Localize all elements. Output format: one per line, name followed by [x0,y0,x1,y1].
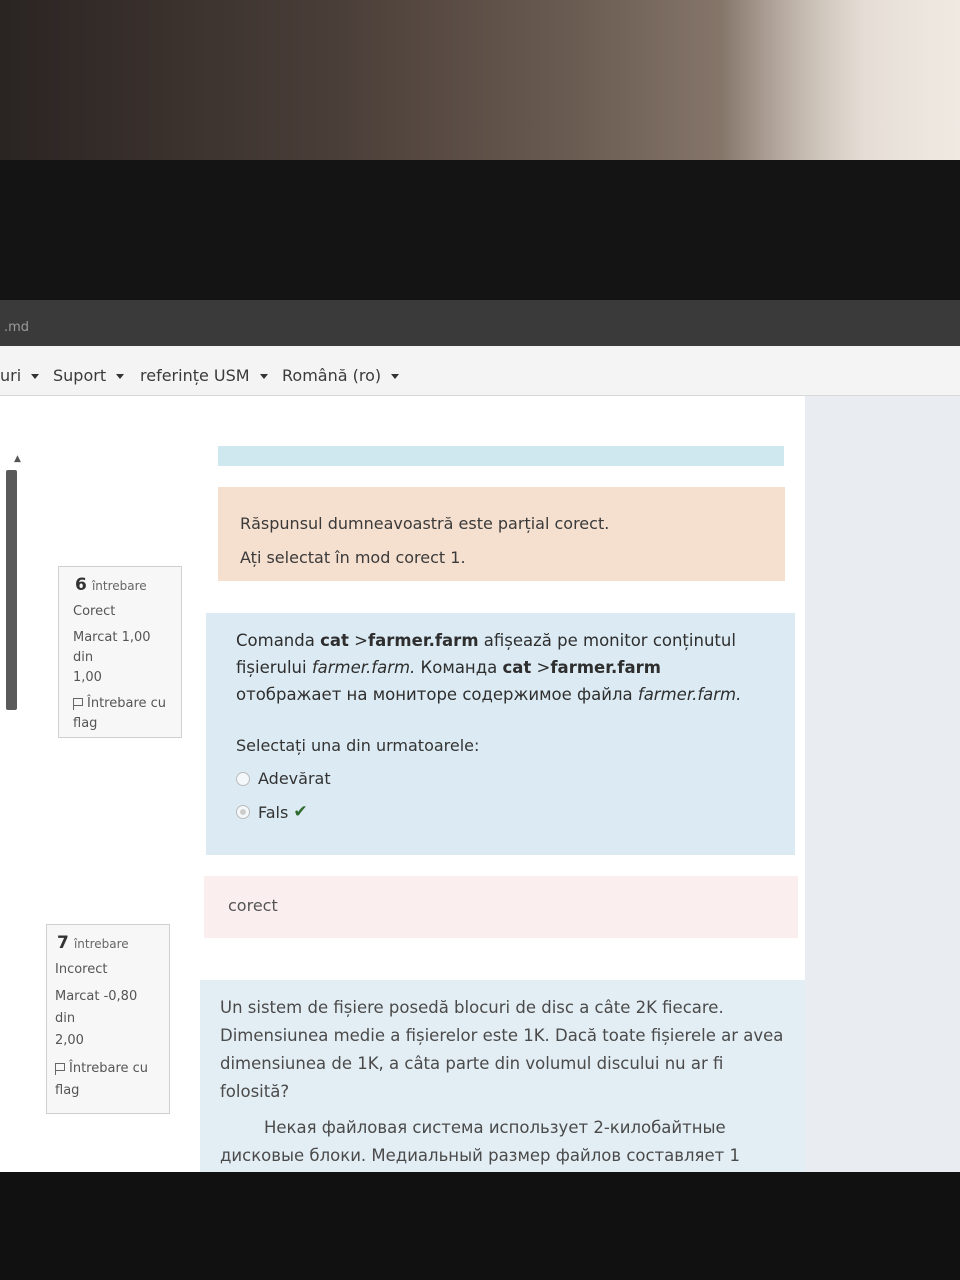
right-side-region [805,396,960,1172]
feedback-line-2: Ați selectat în mod corect 1. [240,548,466,567]
flag-label-1: Întrebare cu [69,1061,149,1076]
command-cat: cat [502,658,532,677]
nav-menu-referinte-label: referințe USM [140,366,250,385]
question-6-text: Comanda cat >farmer.farm afișează pe mon… [236,627,765,708]
partial-feedback-box: Răspunsul dumneavoastră este parțial cor… [218,487,785,581]
nav-menu-language[interactable]: Română (ro) [282,366,400,385]
flag-label-1: Întrebare cu [87,696,167,711]
nav-menu-suport-label: Suport [53,366,107,385]
question-7-content: Un sistem de fișiere posedă blocuri de d… [200,980,805,1172]
command-cat: cat [320,631,349,650]
option-adevarat[interactable]: Adevărat [236,769,765,788]
scrollbar-thumb[interactable] [6,470,17,710]
question-mark: Marcat 1,00 din 1,00 [67,628,173,688]
nav-menu-uri-label: uri [0,366,22,385]
flag-icon [73,697,83,710]
background-light [720,0,960,170]
question-status: Corect [73,604,116,619]
radio-icon[interactable] [236,771,250,786]
check-icon: ✔ [293,802,308,822]
question-7-info: 7 întrebare Incorect Marcat -0,80 din 2,… [46,924,170,1114]
question-mark: Marcat -0,80 din 2,00 [55,986,161,1052]
outcome-text: corect [228,896,278,915]
text-segment: > [531,658,551,677]
question-mark-line-2: 1,00 [73,670,102,685]
main-content: ▲ Răspunsul dumneavoastră este parțial c… [0,396,805,1172]
browser-viewport: uri Suport referințe USM Română (ro) ▲ R… [0,346,960,1172]
option-label: Fals [258,802,289,822]
text-segment: Команда [415,658,503,677]
scroll-up-arrow-icon[interactable]: ▲ [14,454,21,464]
question-6-outcome: corect [204,876,798,938]
question-6-number-row: 6 întrebare [67,575,173,595]
question-6-content: Comanda cat >farmer.farm afișează pe mon… [206,613,795,855]
question-number: 7 [57,933,69,953]
command-file: farmer.farm [550,658,661,677]
select-prompt: Selectați una din urmatoarele: [236,736,480,755]
command-file: farmer.farm [367,631,479,650]
caret-down-icon [31,374,40,379]
caret-down-icon [391,374,400,379]
flag-label-2: flag [73,716,98,731]
file-name: farmer.farm. [637,685,742,704]
text-segment: Comanda [236,631,321,650]
radio-icon[interactable] [236,805,250,819]
text-segment: > [348,631,368,650]
question-number: 6 [75,575,87,595]
question-word: întrebare [91,579,147,593]
file-name: farmer.farm. [311,658,416,677]
caret-down-icon [116,374,125,379]
top-navbar: uri Suport referințe USM Română (ro) [0,346,960,396]
nav-menu-uri[interactable]: uri [0,366,40,385]
browser-tab-strip: .md [0,300,960,346]
question-mark-line-1: Marcat 1,00 din [73,630,151,665]
flag-question-link[interactable]: Întrebare cu flag [55,1058,161,1102]
question-7-text-ro: Un sistem de fișiere posedă blocuri de d… [220,998,784,1101]
text-segment: отображает на мониторе содержимое файла [236,685,638,704]
option-fals[interactable]: Fals ✔ [236,802,765,822]
previous-question-box [218,446,784,466]
flag-icon [55,1062,65,1075]
question-status: Incorect [55,962,108,977]
browser-tab-label[interactable]: .md [4,320,29,335]
nav-menu-suport[interactable]: Suport [53,366,125,385]
nav-menu-referinte[interactable]: referințe USM [140,366,268,385]
flag-label-2: flag [55,1083,80,1098]
question-7-number-row: 7 întrebare [55,933,161,953]
nav-menu-language-label: Română (ro) [282,366,382,385]
question-6-info: 6 întrebare Corect Marcat 1,00 din 1,00 … [58,566,182,738]
caret-down-icon [259,374,268,379]
feedback-line-1: Răspunsul dumneavoastră este parțial cor… [240,514,610,533]
monitor-bezel-bottom [0,1172,960,1280]
flag-question-link[interactable]: Întrebare cu flag [67,694,173,734]
monitor-bezel-top [0,160,960,300]
option-label: Adevărat [258,769,331,788]
question-mark-line-2: 2,00 [55,1033,84,1048]
question-mark-line-1: Marcat -0,80 din [55,989,138,1026]
question-7-text-ru: Некая файловая система использует 2-кило… [220,1118,740,1165]
question-word: întrebare [73,937,129,951]
